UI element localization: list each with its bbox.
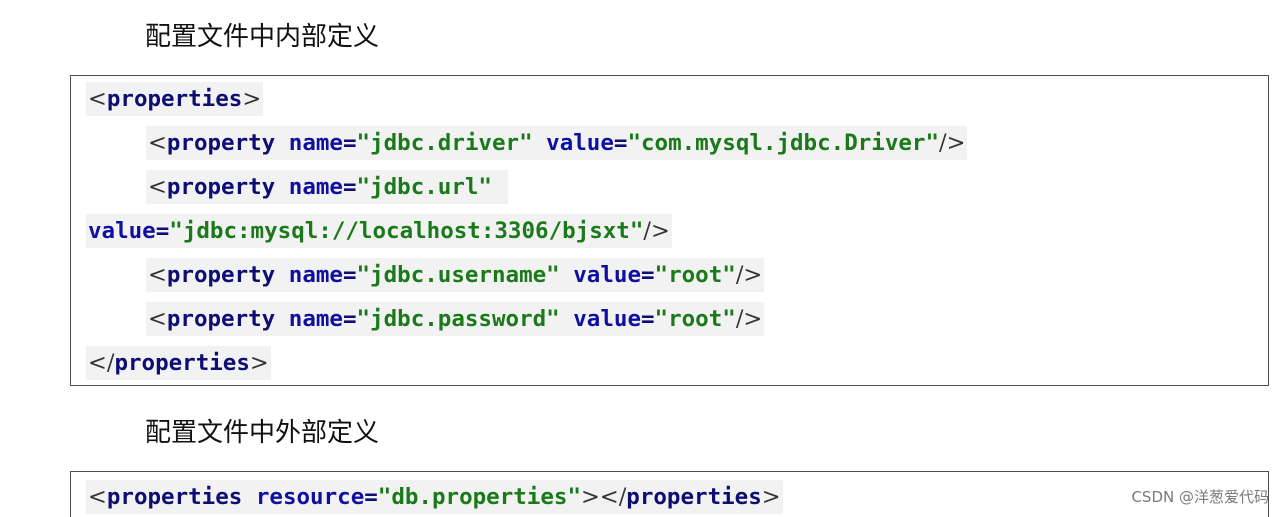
code-highlight: <property name="jdbc.password" value="ro… xyxy=(146,302,765,336)
code-token: /> xyxy=(735,262,763,288)
code-token: </ xyxy=(88,350,115,376)
code-token: > xyxy=(761,484,781,510)
code-line-property-driver: <property name="jdbc.driver" value="com.… xyxy=(146,126,968,160)
code-token: < xyxy=(88,86,107,112)
code-token: "db.properties" xyxy=(377,484,581,510)
code-line-property-username: <property name="jdbc.username" value="ro… xyxy=(146,258,765,292)
code-token: ></ xyxy=(581,484,627,510)
heading-external-definition: 配置文件中外部定义 xyxy=(145,418,380,448)
code-token: value xyxy=(88,218,156,244)
code-highlight: <property name="jdbc.username" value="ro… xyxy=(146,258,765,292)
code-token: value xyxy=(546,130,614,156)
code-token: = xyxy=(641,306,655,332)
code-token: "jdbc.driver" xyxy=(356,130,533,156)
code-token: "root" xyxy=(654,306,736,332)
code-token: < xyxy=(148,174,167,200)
code-token: = xyxy=(342,306,357,332)
code-token: "jdbc.password" xyxy=(356,306,560,332)
code-token: = xyxy=(364,484,378,510)
code-token: > xyxy=(242,86,262,112)
heading-internal-definition: 配置文件中内部定义 xyxy=(145,22,380,52)
code-highlight: <properties> xyxy=(86,82,264,116)
code-token: = xyxy=(613,130,628,156)
code-token: properties xyxy=(106,484,243,510)
code-token: property xyxy=(166,174,276,200)
code-line-property-url: <property name="jdbc.url" xyxy=(146,170,508,204)
code-highlight: <property name="jdbc.driver" value="com.… xyxy=(146,126,968,160)
code-token: < xyxy=(148,306,167,332)
code-token: > xyxy=(249,350,269,376)
code-token: "jdbc:mysql://localhost:3306/bjsxt" xyxy=(169,218,644,244)
code-token: property xyxy=(166,262,276,288)
code-token: < xyxy=(148,130,167,156)
code-token: = xyxy=(342,262,357,288)
code-token: /> xyxy=(939,130,966,156)
code-token: = xyxy=(342,174,357,200)
code-token: < xyxy=(88,484,107,510)
code-token: = xyxy=(342,130,357,156)
code-highlight: <properties resource="db.properties"></p… xyxy=(86,480,783,514)
code-token: properties xyxy=(106,86,243,112)
code-token: "root" xyxy=(654,262,736,288)
code-block-internal: <properties> <property name="jdbc.driver… xyxy=(70,75,1269,386)
code-token: property xyxy=(166,130,276,156)
code-token: value xyxy=(573,262,641,288)
code-token: property xyxy=(166,306,276,332)
code-token: = xyxy=(641,262,655,288)
code-token: name xyxy=(288,174,343,200)
code-token: name xyxy=(288,306,343,332)
code-block-external: <properties resource="db.properties"></p… xyxy=(70,471,1269,517)
code-highlight: <property name="jdbc.url" xyxy=(146,170,508,204)
code-token: name xyxy=(288,130,343,156)
code-token: "jdbc.username" xyxy=(356,262,560,288)
code-line-properties-resource: <properties resource="db.properties"></p… xyxy=(86,480,783,514)
code-token: < xyxy=(148,262,167,288)
code-token: "com.mysql.jdbc.Driver" xyxy=(627,130,940,156)
code-line-properties-open: <properties> xyxy=(86,82,264,116)
code-line-properties-close: </properties> xyxy=(86,346,271,380)
code-token: properties xyxy=(114,350,250,376)
code-line-url-value: value="jdbc:mysql://localhost:3306/bjsxt… xyxy=(86,214,672,248)
code-highlight: value="jdbc:mysql://localhost:3306/bjsxt… xyxy=(86,214,672,248)
code-token: /> xyxy=(643,218,670,244)
code-token: name xyxy=(288,262,343,288)
code-token: "jdbc.url" xyxy=(356,174,492,200)
code-token: = xyxy=(155,218,170,244)
code-highlight: </properties> xyxy=(86,346,271,380)
code-token: value xyxy=(573,306,641,332)
code-line-property-password: <property name="jdbc.password" value="ro… xyxy=(146,302,765,336)
csdn-watermark: CSDN @洋葱爱代码 xyxy=(1131,488,1269,506)
code-token: properties xyxy=(626,484,762,510)
code-token: resource xyxy=(255,484,365,510)
code-token: /> xyxy=(735,306,763,332)
